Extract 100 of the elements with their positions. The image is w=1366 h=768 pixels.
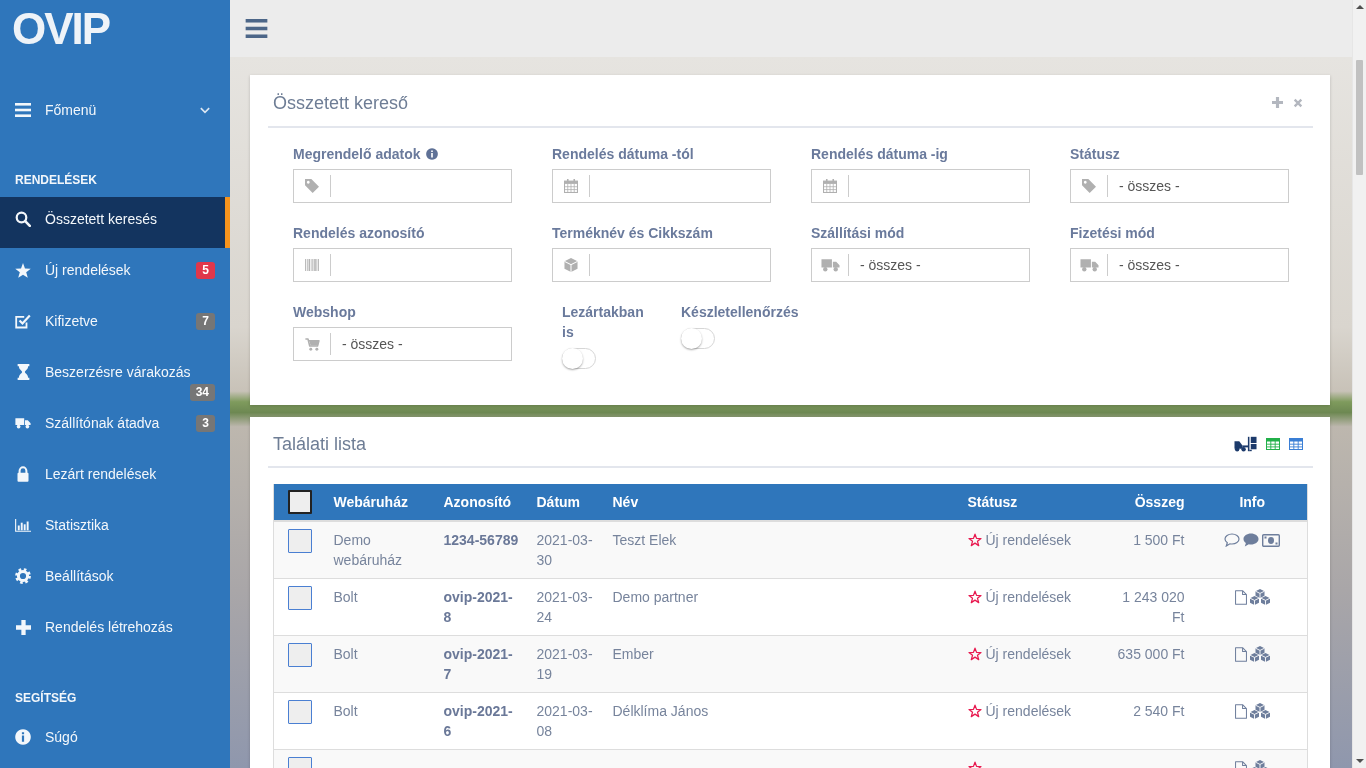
sidebar-item[interactable]: Új rendelések 5 bbox=[0, 248, 230, 299]
truck-icon bbox=[1079, 258, 1099, 272]
customer-name: Teszt Elek bbox=[612, 531, 678, 550]
customer-name: Demo partner bbox=[612, 588, 700, 607]
sidebar-item[interactable]: Beszerzésre várakozás 34 bbox=[0, 350, 230, 401]
section-heading: RENDELÉSEK bbox=[14, 171, 98, 189]
star-icon bbox=[967, 704, 982, 718]
checkbox[interactable] bbox=[288, 529, 312, 553]
document-icon[interactable] bbox=[1234, 703, 1247, 719]
order-date: 2021-03-19 bbox=[536, 645, 594, 684]
info-icon[interactable] bbox=[425, 148, 438, 160]
sidebar-item[interactable]: Beállítások bbox=[0, 554, 230, 605]
count-badge: 5 bbox=[196, 262, 215, 279]
menu-button[interactable] bbox=[245, 19, 268, 38]
field-label: Rendelés dátuma -tól bbox=[552, 146, 694, 162]
table-row[interactable]: Bolt ovip-2021-7 2021-03-19 Ember Új rendelések 635 000 Ft bbox=[273, 635, 1308, 693]
store-name: Demo webáruház bbox=[333, 531, 403, 570]
count-badge: 7 bbox=[196, 313, 215, 330]
order-id[interactable]: ovip-2021-8 bbox=[443, 587, 520, 627]
order-date: 2021-03-24 bbox=[536, 588, 594, 627]
chevron-down-icon bbox=[200, 106, 210, 114]
toggle-switch[interactable] bbox=[681, 328, 715, 349]
field-label: Státusz bbox=[1070, 146, 1120, 162]
table-row[interactable]: Demo webáruház 1234-56789 2021-03-30 Teszt Elek Új rendelések 1 500 Ft bbox=[273, 521, 1308, 579]
barcode-icon bbox=[305, 259, 319, 271]
toggle-switch[interactable] bbox=[562, 348, 596, 369]
banknote-icon[interactable] bbox=[1262, 533, 1281, 547]
order-id[interactable]: ovip-2021-6 bbox=[443, 701, 520, 741]
sidebar-item[interactable]: Összetett keresés bbox=[0, 197, 230, 248]
input-field[interactable] bbox=[293, 169, 512, 203]
checkbox[interactable] bbox=[288, 700, 312, 724]
document-icon[interactable] bbox=[1234, 589, 1247, 605]
boxes-icon[interactable] bbox=[1249, 646, 1270, 662]
tag-icon bbox=[305, 179, 319, 193]
table-icon[interactable] bbox=[1266, 437, 1280, 450]
column-header[interactable]: Összeg bbox=[1108, 492, 1185, 512]
document-icon[interactable] bbox=[1234, 646, 1247, 662]
hourglass-icon bbox=[16, 364, 30, 380]
toggle-label: Készletellenőrzés bbox=[681, 303, 799, 322]
checkbox[interactable] bbox=[288, 490, 312, 514]
sidebar-item[interactable]: Szállítónak átadva 3 bbox=[0, 401, 230, 452]
section-heading: SEGÍTSÉG bbox=[14, 689, 78, 707]
sidebar-item[interactable]: Rendelés létrehozás bbox=[0, 605, 230, 656]
column-header[interactable]: Info bbox=[1197, 492, 1307, 512]
column-header[interactable]: Azonosító bbox=[443, 492, 520, 512]
truck-icon bbox=[15, 416, 31, 430]
count-badge: 3 bbox=[196, 415, 215, 432]
boxes-icon[interactable] bbox=[1249, 589, 1270, 605]
status-text: Új rendelések bbox=[985, 531, 1072, 550]
input-field[interactable] bbox=[552, 169, 771, 203]
sidebar-item[interactable]: Kifizetve 7 bbox=[0, 299, 230, 350]
chat-bubble-icon[interactable] bbox=[1224, 533, 1241, 547]
order-total: 1 500 Ft bbox=[1132, 531, 1185, 550]
select-field[interactable]: - összes - bbox=[293, 327, 512, 361]
column-header[interactable]: Dátum bbox=[536, 492, 596, 512]
select-field[interactable]: - összes - bbox=[1070, 248, 1289, 282]
sidebar-item[interactable]: Lezárt rendelések bbox=[0, 452, 230, 503]
field-label: Webshop bbox=[293, 304, 356, 320]
field-label: Megrendelő adatok bbox=[293, 146, 421, 162]
order-id[interactable]: 1234-56789 bbox=[443, 530, 520, 550]
plus-icon[interactable] bbox=[1272, 97, 1283, 108]
column-header[interactable]: Webáruház bbox=[333, 492, 427, 512]
bar-chart-icon bbox=[15, 517, 31, 533]
calendar-icon bbox=[823, 179, 837, 193]
filled-chat-bubble-icon[interactable] bbox=[1243, 533, 1260, 547]
sidebar-item[interactable]: Statisztika bbox=[0, 503, 230, 554]
input-field[interactable] bbox=[552, 248, 771, 282]
cube-icon bbox=[564, 258, 578, 272]
input-field[interactable] bbox=[293, 248, 512, 282]
column-header[interactable]: Név bbox=[612, 492, 951, 512]
close-icon[interactable] bbox=[1293, 97, 1303, 108]
status-text: Új rendelések bbox=[985, 645, 1072, 664]
field-label: Rendelés dátuma -ig bbox=[811, 146, 948, 162]
input-field[interactable] bbox=[811, 169, 1030, 203]
logo[interactable]: OVIP bbox=[0, 0, 110, 60]
star-icon bbox=[967, 590, 982, 604]
main-menu-button[interactable]: Főmenü bbox=[0, 90, 230, 130]
sidebar-item[interactable]: Súgó bbox=[0, 715, 230, 766]
star-icon bbox=[967, 647, 982, 661]
select-field[interactable]: - összes - bbox=[1070, 169, 1289, 203]
customer-name: Délklíma János bbox=[612, 702, 710, 721]
status-text: Új rendelések bbox=[985, 702, 1072, 721]
select-field[interactable]: - összes - bbox=[811, 248, 1030, 282]
checkbox[interactable] bbox=[288, 586, 312, 610]
lock-icon bbox=[17, 466, 29, 482]
table-row[interactable]: Bolt ovip-2021-6 2021-03-08 Délklíma János Új rendelések 2 540 Ft bbox=[273, 692, 1308, 750]
boxes-icon[interactable] bbox=[1249, 703, 1270, 719]
status-text: Új rendelések bbox=[985, 588, 1072, 607]
plus-icon bbox=[15, 619, 31, 635]
checkbox[interactable] bbox=[288, 643, 312, 667]
field-label: Terméknév és Cikkszám bbox=[552, 225, 713, 241]
table-row[interactable]: Bolt ovip-2021-8 2021-03-24 Demo partner Új rendelések 1 243 020 Ft bbox=[273, 578, 1308, 636]
scrollbar[interactable] bbox=[1352, 0, 1366, 768]
column-header[interactable]: Státusz bbox=[967, 492, 1099, 512]
order-id[interactable]: ovip-2021-7 bbox=[443, 644, 520, 684]
forklift-icon[interactable] bbox=[1234, 435, 1257, 452]
table-icon[interactable] bbox=[1289, 437, 1303, 450]
store-name: Bolt bbox=[333, 588, 359, 607]
menu-icon bbox=[15, 103, 31, 117]
order-total: 635 000 Ft bbox=[1116, 645, 1185, 664]
